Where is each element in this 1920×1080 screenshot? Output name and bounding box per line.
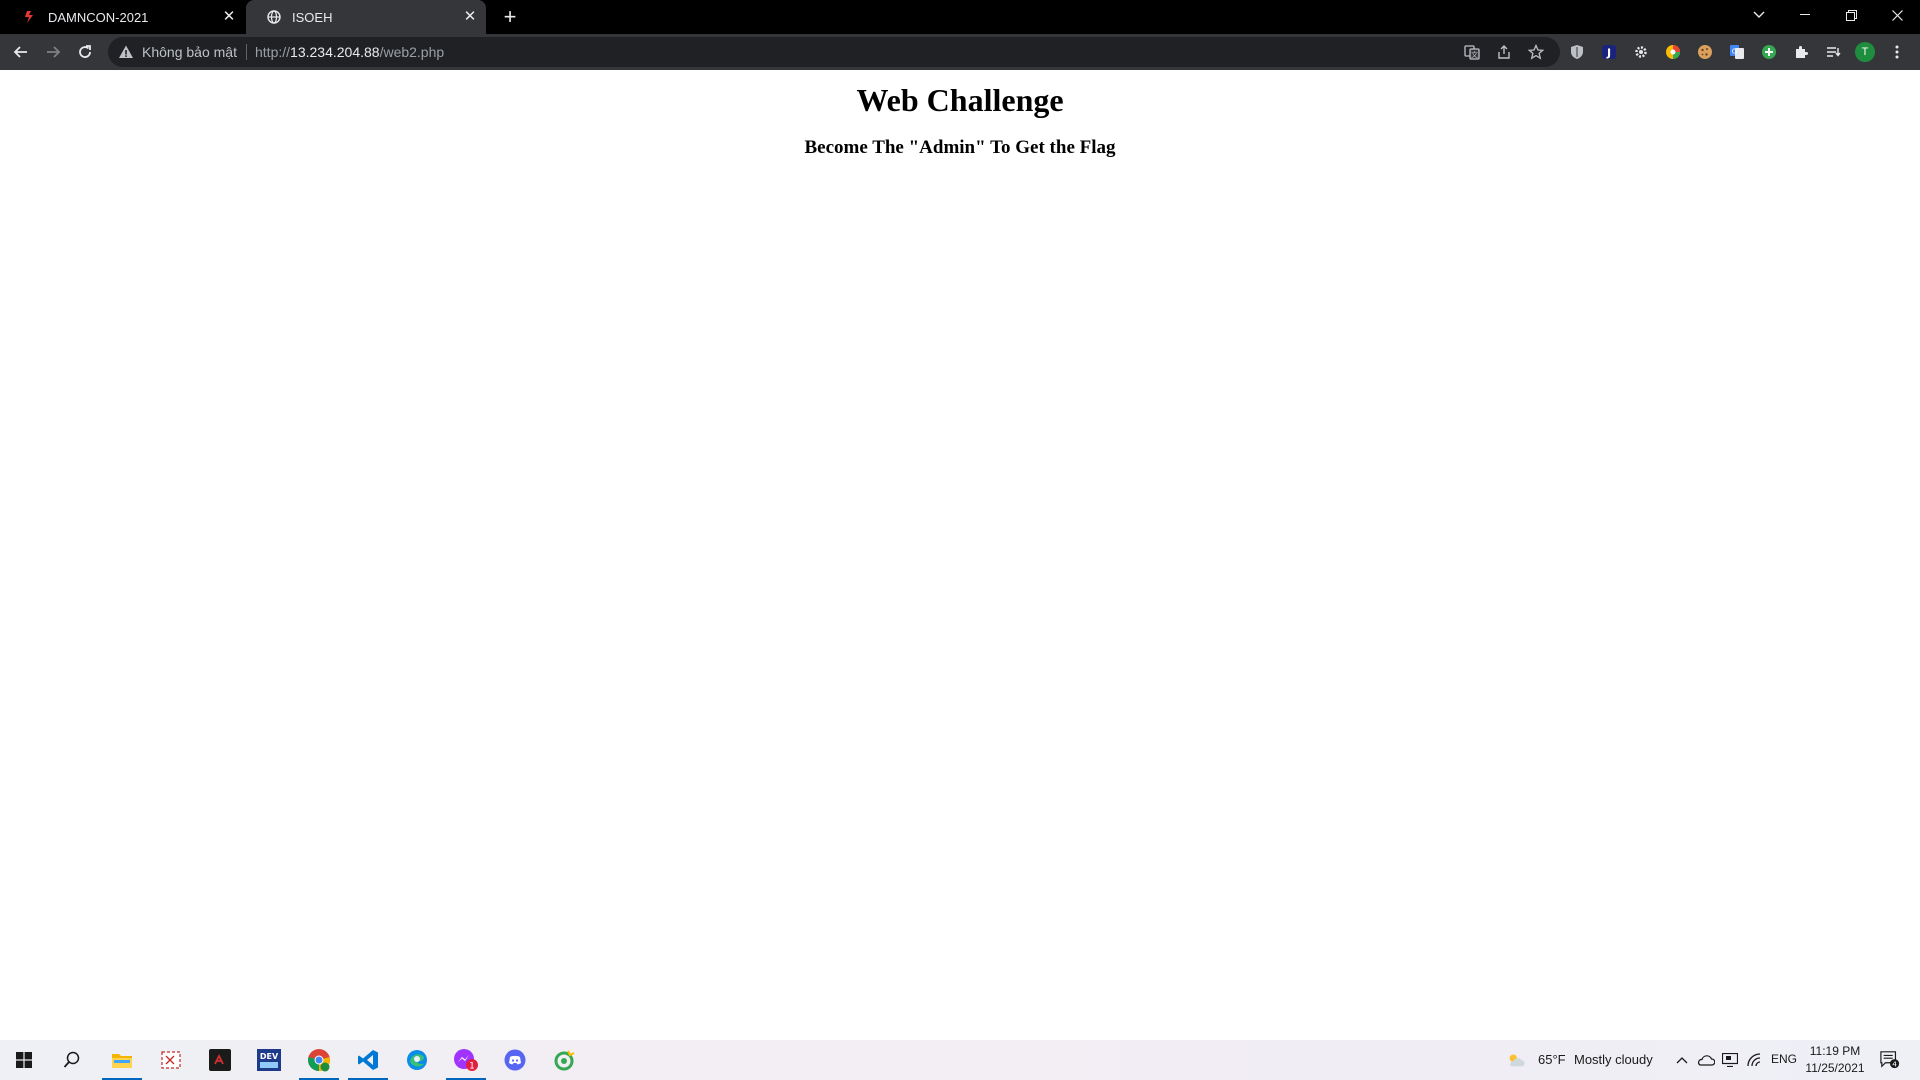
- input-language[interactable]: ENG: [1771, 1052, 1797, 1066]
- address-bar[interactable]: Không bảo mật http://13.234.204.88/web2.…: [108, 37, 1560, 67]
- minimize-button[interactable]: [1782, 0, 1828, 30]
- svg-text:DEV: DEV: [260, 1052, 279, 1061]
- tab-damncon[interactable]: DAMNCON-2021 ✕: [2, 0, 245, 34]
- translate-icon[interactable]: 文: [1462, 42, 1482, 62]
- cookie-extension-icon[interactable]: [1695, 42, 1715, 62]
- tab-title: DAMNCON-2021: [48, 9, 149, 25]
- weather-cloud-icon[interactable]: [1506, 1050, 1526, 1070]
- url-host: 13.234.204.88: [290, 44, 380, 60]
- reading-list-icon[interactable]: [1823, 42, 1843, 62]
- share-icon[interactable]: [1494, 42, 1514, 62]
- tab-close-icon[interactable]: ✕: [221, 9, 237, 25]
- start-button[interactable]: [0, 1040, 48, 1080]
- clock-date: 11/25/2021: [1805, 1061, 1865, 1075]
- gear-extension-icon[interactable]: [1631, 42, 1651, 62]
- google-translate-extension-icon[interactable]: G: [1727, 42, 1747, 62]
- svg-text:文: 文: [1471, 50, 1478, 59]
- damncon-favicon-icon: [22, 9, 38, 25]
- edge-icon[interactable]: [393, 1040, 441, 1080]
- profile-avatar[interactable]: T: [1855, 42, 1875, 62]
- back-button[interactable]: [7, 38, 35, 66]
- discord-icon[interactable]: [491, 1040, 539, 1080]
- globe-icon: [266, 9, 282, 25]
- onedrive-cloud-icon[interactable]: [1696, 1050, 1716, 1070]
- color-wheel-extension-icon[interactable]: [1663, 42, 1683, 62]
- shield-extension-icon[interactable]: [1567, 42, 1587, 62]
- omnibox-divider: [246, 44, 247, 60]
- tab-title: ISOEH: [292, 9, 333, 25]
- messenger-icon[interactable]: 1: [442, 1040, 490, 1080]
- warning-icon[interactable]: [118, 44, 134, 60]
- url-text[interactable]: http://13.234.204.88/web2.php: [255, 44, 444, 60]
- file-explorer-icon[interactable]: [98, 1040, 146, 1080]
- bookmark-star-icon[interactable]: [1526, 42, 1546, 62]
- dev-cpp-icon[interactable]: DEV: [245, 1040, 293, 1080]
- url-path: /web2.php: [379, 44, 445, 60]
- show-hidden-icons-chevron-icon[interactable]: [1672, 1050, 1692, 1070]
- extensions-puzzle-icon[interactable]: [1791, 42, 1811, 62]
- svg-text:G: G: [1732, 48, 1737, 56]
- weather-description[interactable]: Mostly cloudy: [1574, 1052, 1653, 1067]
- green-plus-extension-icon[interactable]: [1759, 42, 1779, 62]
- wifi-icon[interactable]: [1745, 1050, 1765, 1070]
- security-status[interactable]: Không bảo mật: [142, 44, 237, 60]
- vscode-icon[interactable]: [344, 1040, 392, 1080]
- close-window-button[interactable]: [1874, 0, 1920, 30]
- kebab-menu-icon[interactable]: [1887, 42, 1907, 62]
- system-clock[interactable]: 11:19 PM 11/25/2021: [1800, 1043, 1870, 1077]
- reload-button[interactable]: [71, 38, 99, 66]
- notification-center-icon[interactable]: 4: [1880, 1050, 1900, 1070]
- snipping-tool-icon[interactable]: [147, 1040, 195, 1080]
- tab-isoeh[interactable]: ISOEH ✕: [246, 0, 486, 34]
- chrome-icon[interactable]: [295, 1040, 343, 1080]
- svg-text:J: J: [1606, 47, 1611, 60]
- page-subheading: Become The "Admin" To Get the Flag: [804, 137, 1116, 158]
- terminal-app-icon[interactable]: [196, 1040, 244, 1080]
- green-app-icon[interactable]: [540, 1040, 588, 1080]
- tab-close-icon[interactable]: ✕: [462, 9, 478, 25]
- url-scheme: http://: [255, 44, 291, 60]
- j-extension-icon[interactable]: J: [1599, 42, 1619, 62]
- messenger-badge-count: 1: [469, 1062, 475, 1072]
- web-page: Web Challenge Become The "Admin" To Get …: [0, 70, 1920, 1040]
- page-heading: Web Challenge: [856, 82, 1064, 118]
- weather-temperature[interactable]: 65°F: [1538, 1052, 1566, 1067]
- notification-count: 4: [1892, 1059, 1897, 1068]
- search-icon[interactable]: [48, 1040, 96, 1080]
- new-tab-button[interactable]: +: [498, 5, 522, 29]
- tab-search-icon[interactable]: [1736, 0, 1782, 30]
- browser-toolbar: Không bảo mật http://13.234.204.88/web2.…: [0, 34, 1920, 70]
- restore-button[interactable]: [1828, 0, 1874, 30]
- clock-time: 11:19 PM: [1809, 1044, 1861, 1058]
- windows-taskbar: DEV 1 65°F Mostly cloudy ENG 11:19 PM 11…: [0, 1040, 1920, 1080]
- tab-strip: DAMNCON-2021 ✕ ISOEH ✕ +: [0, 0, 1920, 34]
- forward-button[interactable]: [39, 38, 67, 66]
- display-icon[interactable]: [1720, 1050, 1740, 1070]
